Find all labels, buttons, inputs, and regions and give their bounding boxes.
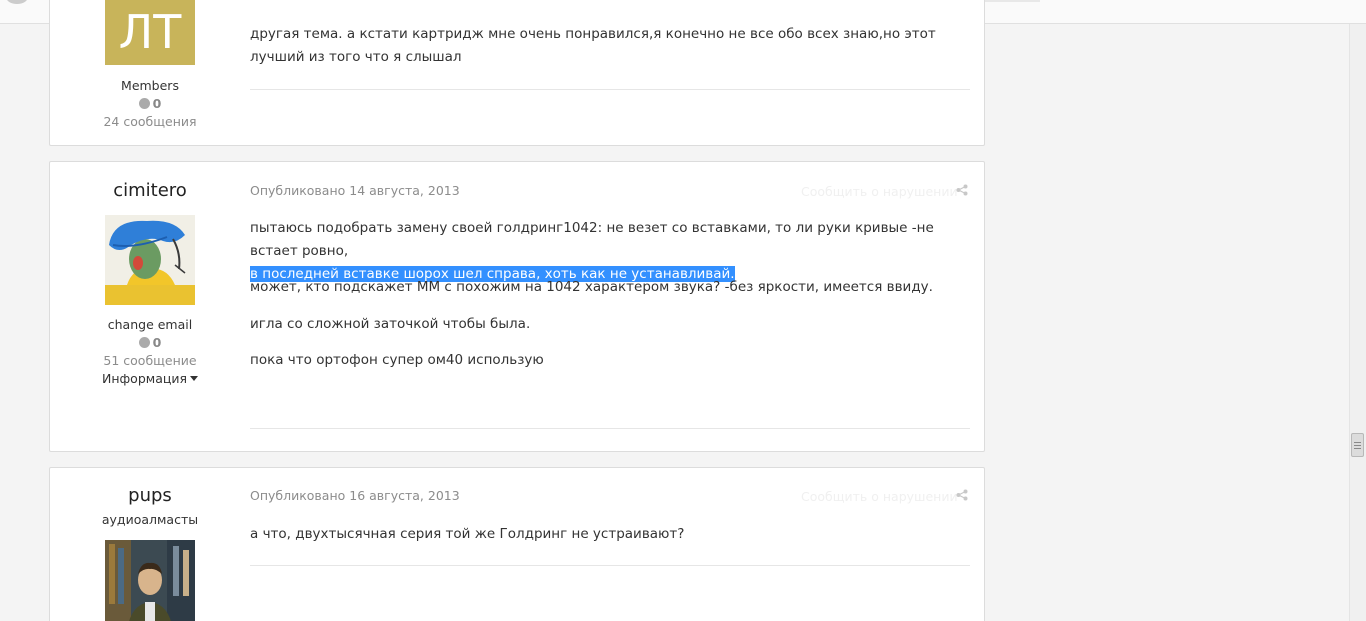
grip-line <box>1354 442 1361 443</box>
avatar[interactable]: ЛТ <box>105 0 195 65</box>
scrollbar-track[interactable] <box>1349 24 1366 621</box>
post-content: другая тема. а кстати картридж мне очень… <box>250 23 972 69</box>
post-paragraph: игла со сложной заточкой чтобы была. <box>250 316 531 332</box>
post-date[interactable]: Опубликовано 16 августа, 2013 <box>250 488 460 503</box>
reputation-badge[interactable]: 0 <box>50 335 250 350</box>
reputation-value: 0 <box>152 96 162 111</box>
avatar[interactable] <box>105 215 195 305</box>
post-footer-divider <box>250 428 970 429</box>
post-content: пока что ортофон супер ом40 использую <box>250 349 972 372</box>
chevron-up-icon[interactable]: ⌃ <box>1320 0 1328 7</box>
post-content: игла со сложной заточкой чтобы была. <box>250 313 972 336</box>
author-post-count: 24 сообщения <box>103 114 197 129</box>
post-footer-divider <box>250 89 970 90</box>
avatar-image <box>105 540 195 621</box>
forum-post: pups аудиоалмасты Опубликовано 16 август… <box>49 467 985 621</box>
post-content: может, кто подскажет ММ с похожим на 104… <box>250 276 972 299</box>
forum-post: cimitero change email 0 51 сообщение Инф… <box>49 161 985 452</box>
report-link[interactable]: Сообщить о нарушении <box>801 184 958 199</box>
author-info-label: Информация <box>101 371 188 386</box>
reputation-dot-icon <box>138 98 150 109</box>
avatar-image <box>105 215 195 305</box>
post-date[interactable]: Опубликовано 14 августа, 2013 <box>250 183 460 198</box>
forum-post: ЛТ Members 0 24 сообщения другая тема. а… <box>49 0 985 146</box>
author-info-dropdown[interactable]: Информация <box>50 371 250 386</box>
share-icon[interactable] <box>956 489 968 504</box>
grip-line <box>1354 448 1361 449</box>
share-icon[interactable] <box>956 184 968 199</box>
post-paragraph: другая тема. а кстати картридж мне очень… <box>250 26 936 65</box>
post-paragraph: пытаюсь подобрать замену своей голдринг1… <box>250 220 934 259</box>
author-title: аудиоалмасты <box>101 512 199 527</box>
reputation-dot-icon <box>138 337 150 348</box>
author-name[interactable]: cimitero <box>50 180 250 201</box>
report-link[interactable]: Сообщить о нарушении <box>801 489 958 504</box>
post-paragraph: а что, двухтысячная серия той же Голдрин… <box>250 526 685 542</box>
author-group: Members <box>121 78 179 93</box>
post-paragraph: пока что ортофон супер ом40 использую <box>250 352 544 368</box>
post-footer-divider <box>250 565 970 566</box>
reputation-value: 0 <box>152 335 162 350</box>
author-name[interactable]: pups <box>50 485 250 506</box>
caret-down-icon <box>190 376 199 381</box>
scrollbar-thumb[interactable] <box>1351 433 1364 457</box>
author-post-count: 51 сообщение <box>103 353 197 368</box>
avatar[interactable] <box>105 540 195 621</box>
site-logo[interactable] <box>6 0 28 4</box>
avatar-letters: ЛТ <box>118 5 182 59</box>
author-group: change email <box>107 317 193 332</box>
grip-line <box>1354 445 1361 446</box>
post-content: а что, двухтысячная серия той же Голдрин… <box>250 523 972 546</box>
reputation-badge[interactable]: 0 <box>50 96 250 111</box>
post-paragraph: может, кто подскажет ММ с похожим на 104… <box>250 279 933 295</box>
